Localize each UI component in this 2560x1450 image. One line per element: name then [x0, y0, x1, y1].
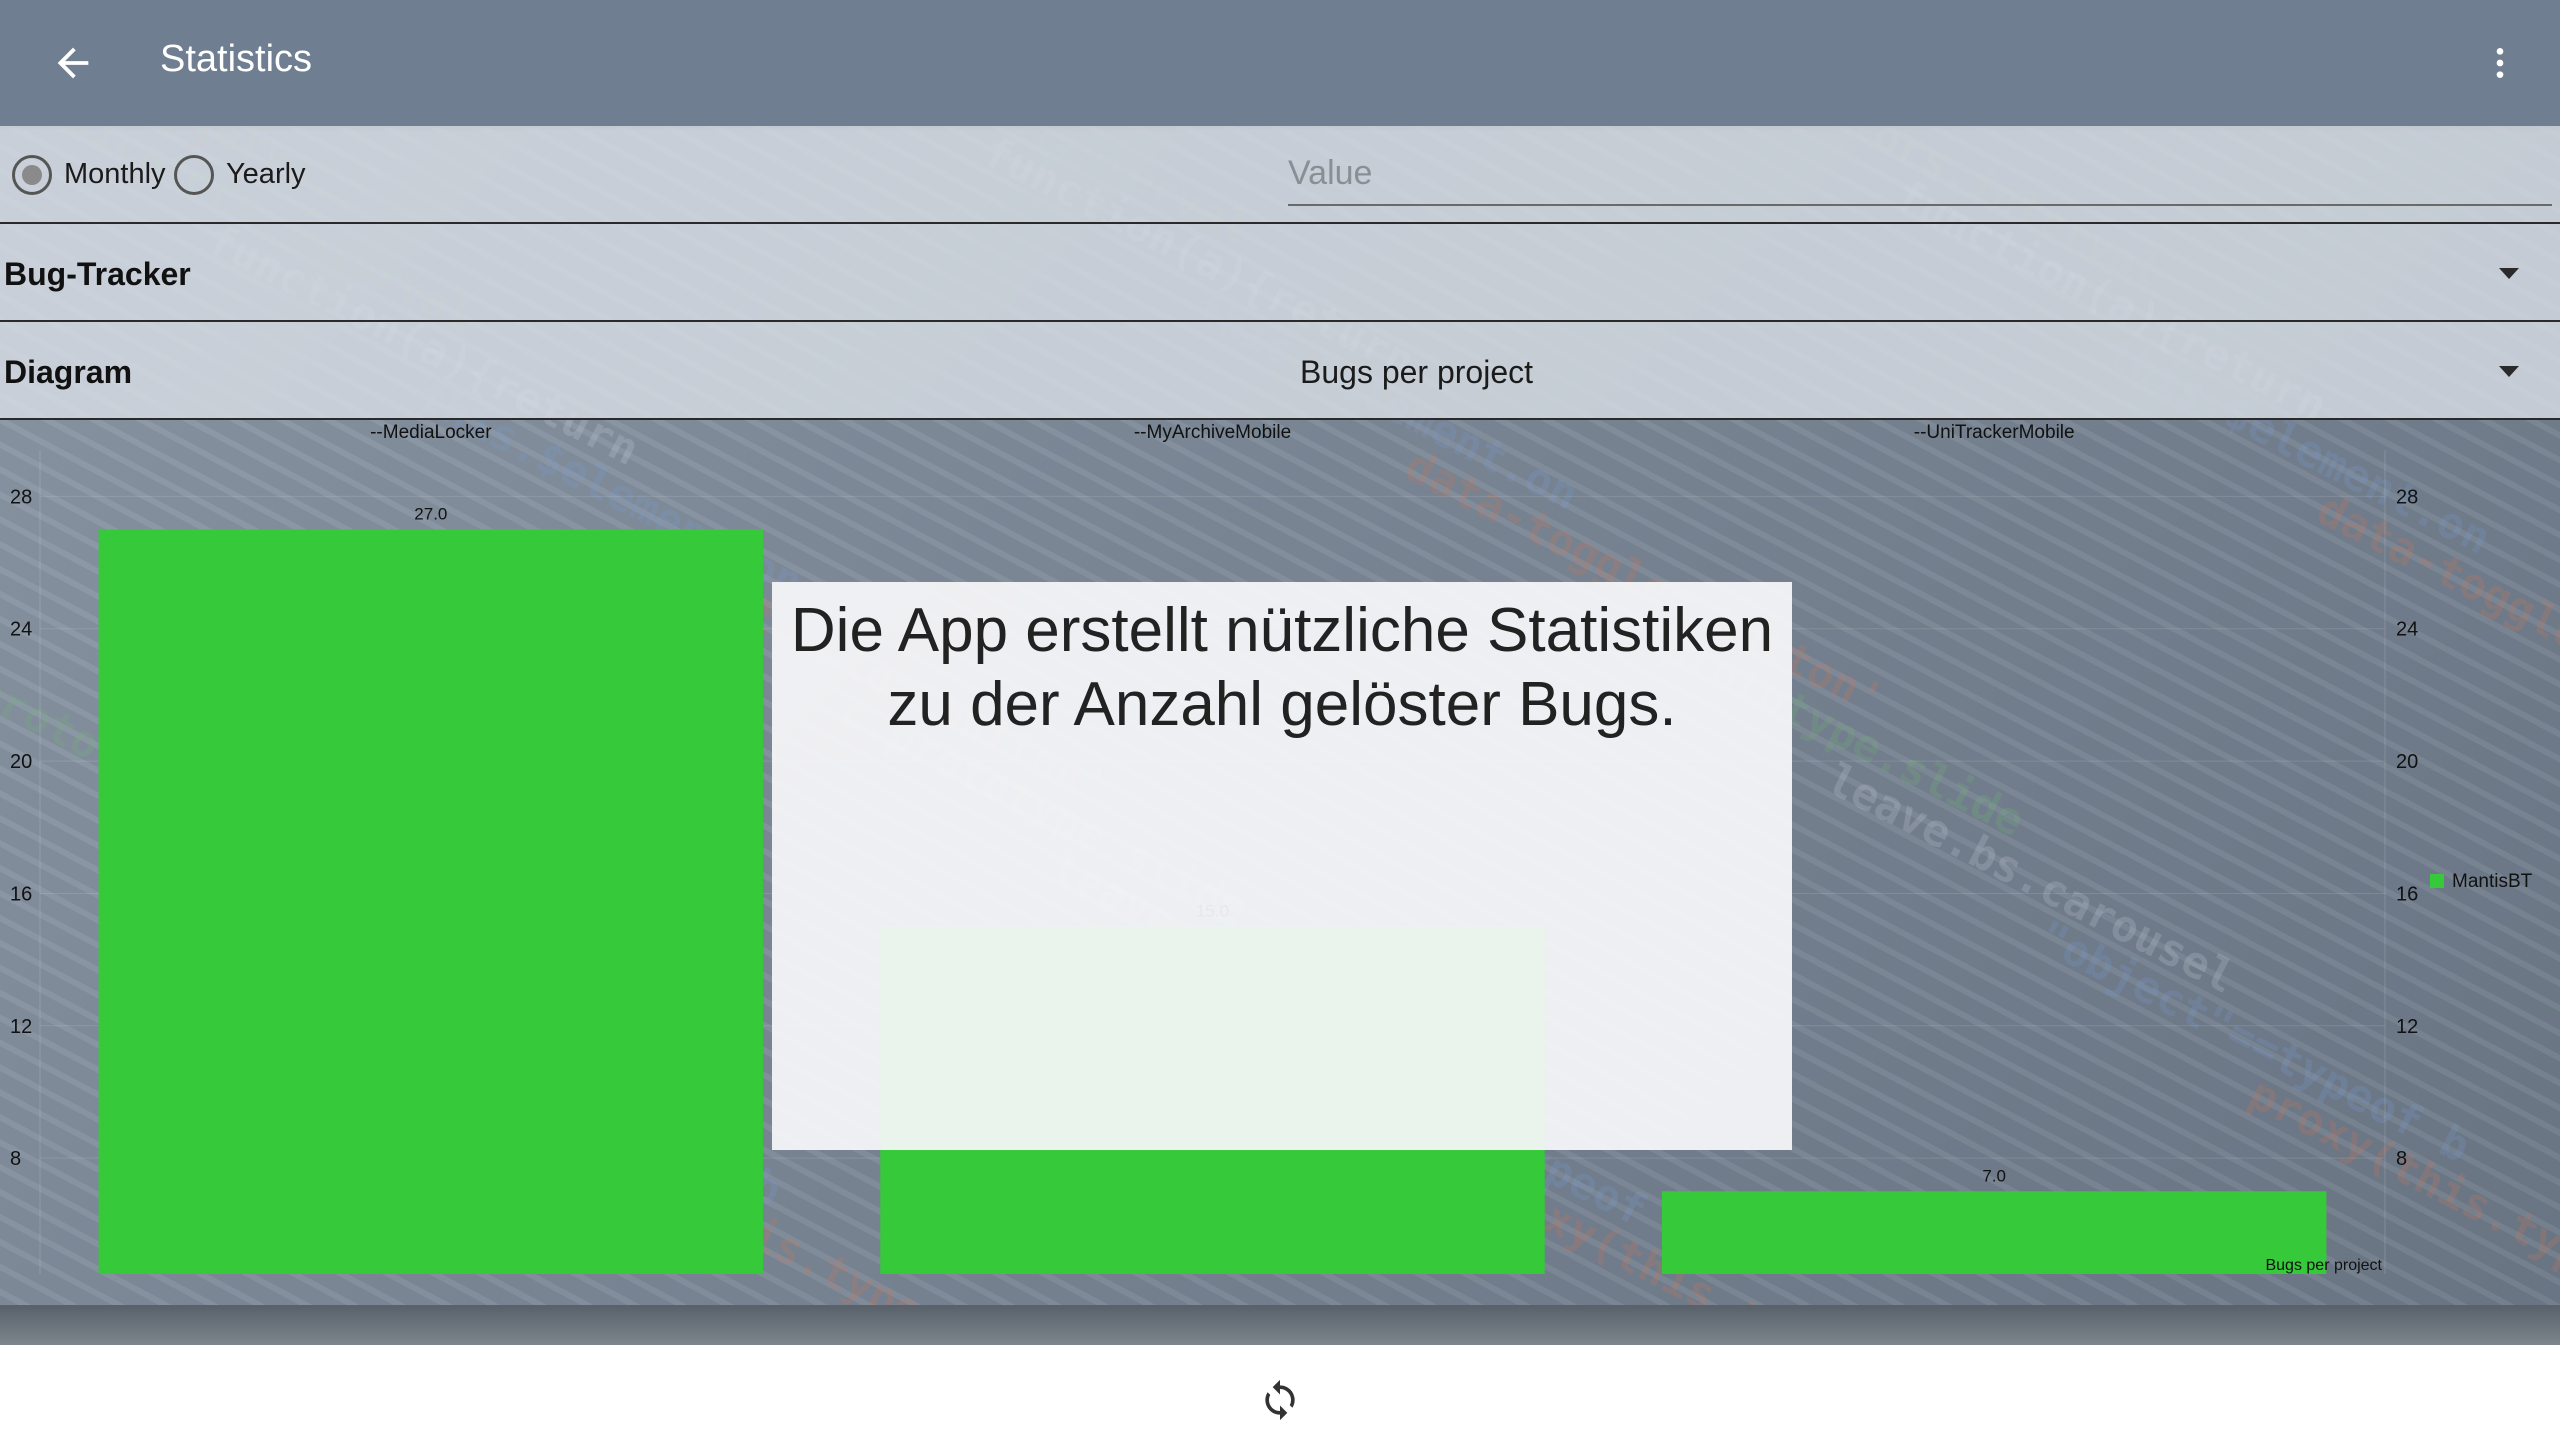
y-tick-label-left: 24: [10, 619, 32, 641]
legend-label: MantisBT: [2452, 871, 2533, 892]
radio-yearly-label[interactable]: Yearly: [226, 158, 306, 191]
y-tick-label-left: 8: [10, 1148, 21, 1170]
page-title: Statistics: [160, 38, 313, 80]
bar-value-label: 7.0: [1982, 1166, 2006, 1185]
y-tick-label-right: 24: [2396, 619, 2418, 641]
more-vert-icon[interactable]: [2480, 40, 2520, 86]
category-label: --UniTrackerMobile: [1914, 422, 2075, 443]
info-overlay: Die App erstellt nützliche Statistiken z…: [772, 582, 1792, 1150]
bar-value-label: 27.0: [414, 504, 447, 523]
category-label: --MyArchiveMobile: [1134, 422, 1291, 443]
y-tick-label-left: 16: [10, 883, 32, 905]
radio-monthly[interactable]: [12, 155, 52, 195]
chart-description: Bugs per project: [2265, 1257, 2382, 1274]
diagram-value: Bugs per project: [1300, 354, 1534, 390]
value-input[interactable]: Value: [1288, 148, 2552, 206]
radio-selected-dot: [22, 165, 42, 185]
chevron-down-icon[interactable]: [2499, 268, 2519, 279]
y-tick-label-left: 12: [10, 1016, 32, 1038]
y-tick-label-left: 28: [10, 486, 32, 508]
bar: [1661, 1191, 2327, 1274]
app-bar: Statistics: [0, 0, 2560, 126]
radio-monthly-label[interactable]: Monthly: [64, 158, 166, 191]
bug-tracker-label: Bug-Tracker: [4, 256, 191, 292]
category-label: --MediaLocker: [370, 422, 492, 443]
overlay-text-line1: Die App erstellt nützliche Statistiken: [790, 596, 1774, 665]
scroll-bar-area: [0, 1305, 2560, 1345]
y-tick-label-right: 16: [2396, 883, 2418, 905]
y-tick-label-right: 28: [2396, 486, 2418, 508]
y-tick-label-right: 12: [2396, 1016, 2418, 1038]
overlay-text-line2: zu der Anzahl gelöster Bugs.: [887, 670, 1677, 739]
diagram-spinner[interactable]: [0, 322, 2560, 420]
value-placeholder: Value: [1288, 154, 1373, 192]
refresh-icon[interactable]: [1258, 1378, 1302, 1422]
radio-yearly[interactable]: [174, 155, 214, 195]
diagram-label: Diagram: [4, 354, 133, 390]
y-tick-label-right: 8: [2396, 1148, 2407, 1170]
bar: [98, 529, 764, 1274]
y-tick-label-right: 20: [2396, 751, 2418, 773]
legend-swatch: [2430, 874, 2444, 888]
bug-tracker-spinner[interactable]: [0, 224, 2560, 322]
y-tick-label-left: 20: [10, 751, 32, 773]
chevron-down-icon[interactable]: [2499, 366, 2519, 377]
arrow-left-icon[interactable]: [50, 40, 96, 86]
